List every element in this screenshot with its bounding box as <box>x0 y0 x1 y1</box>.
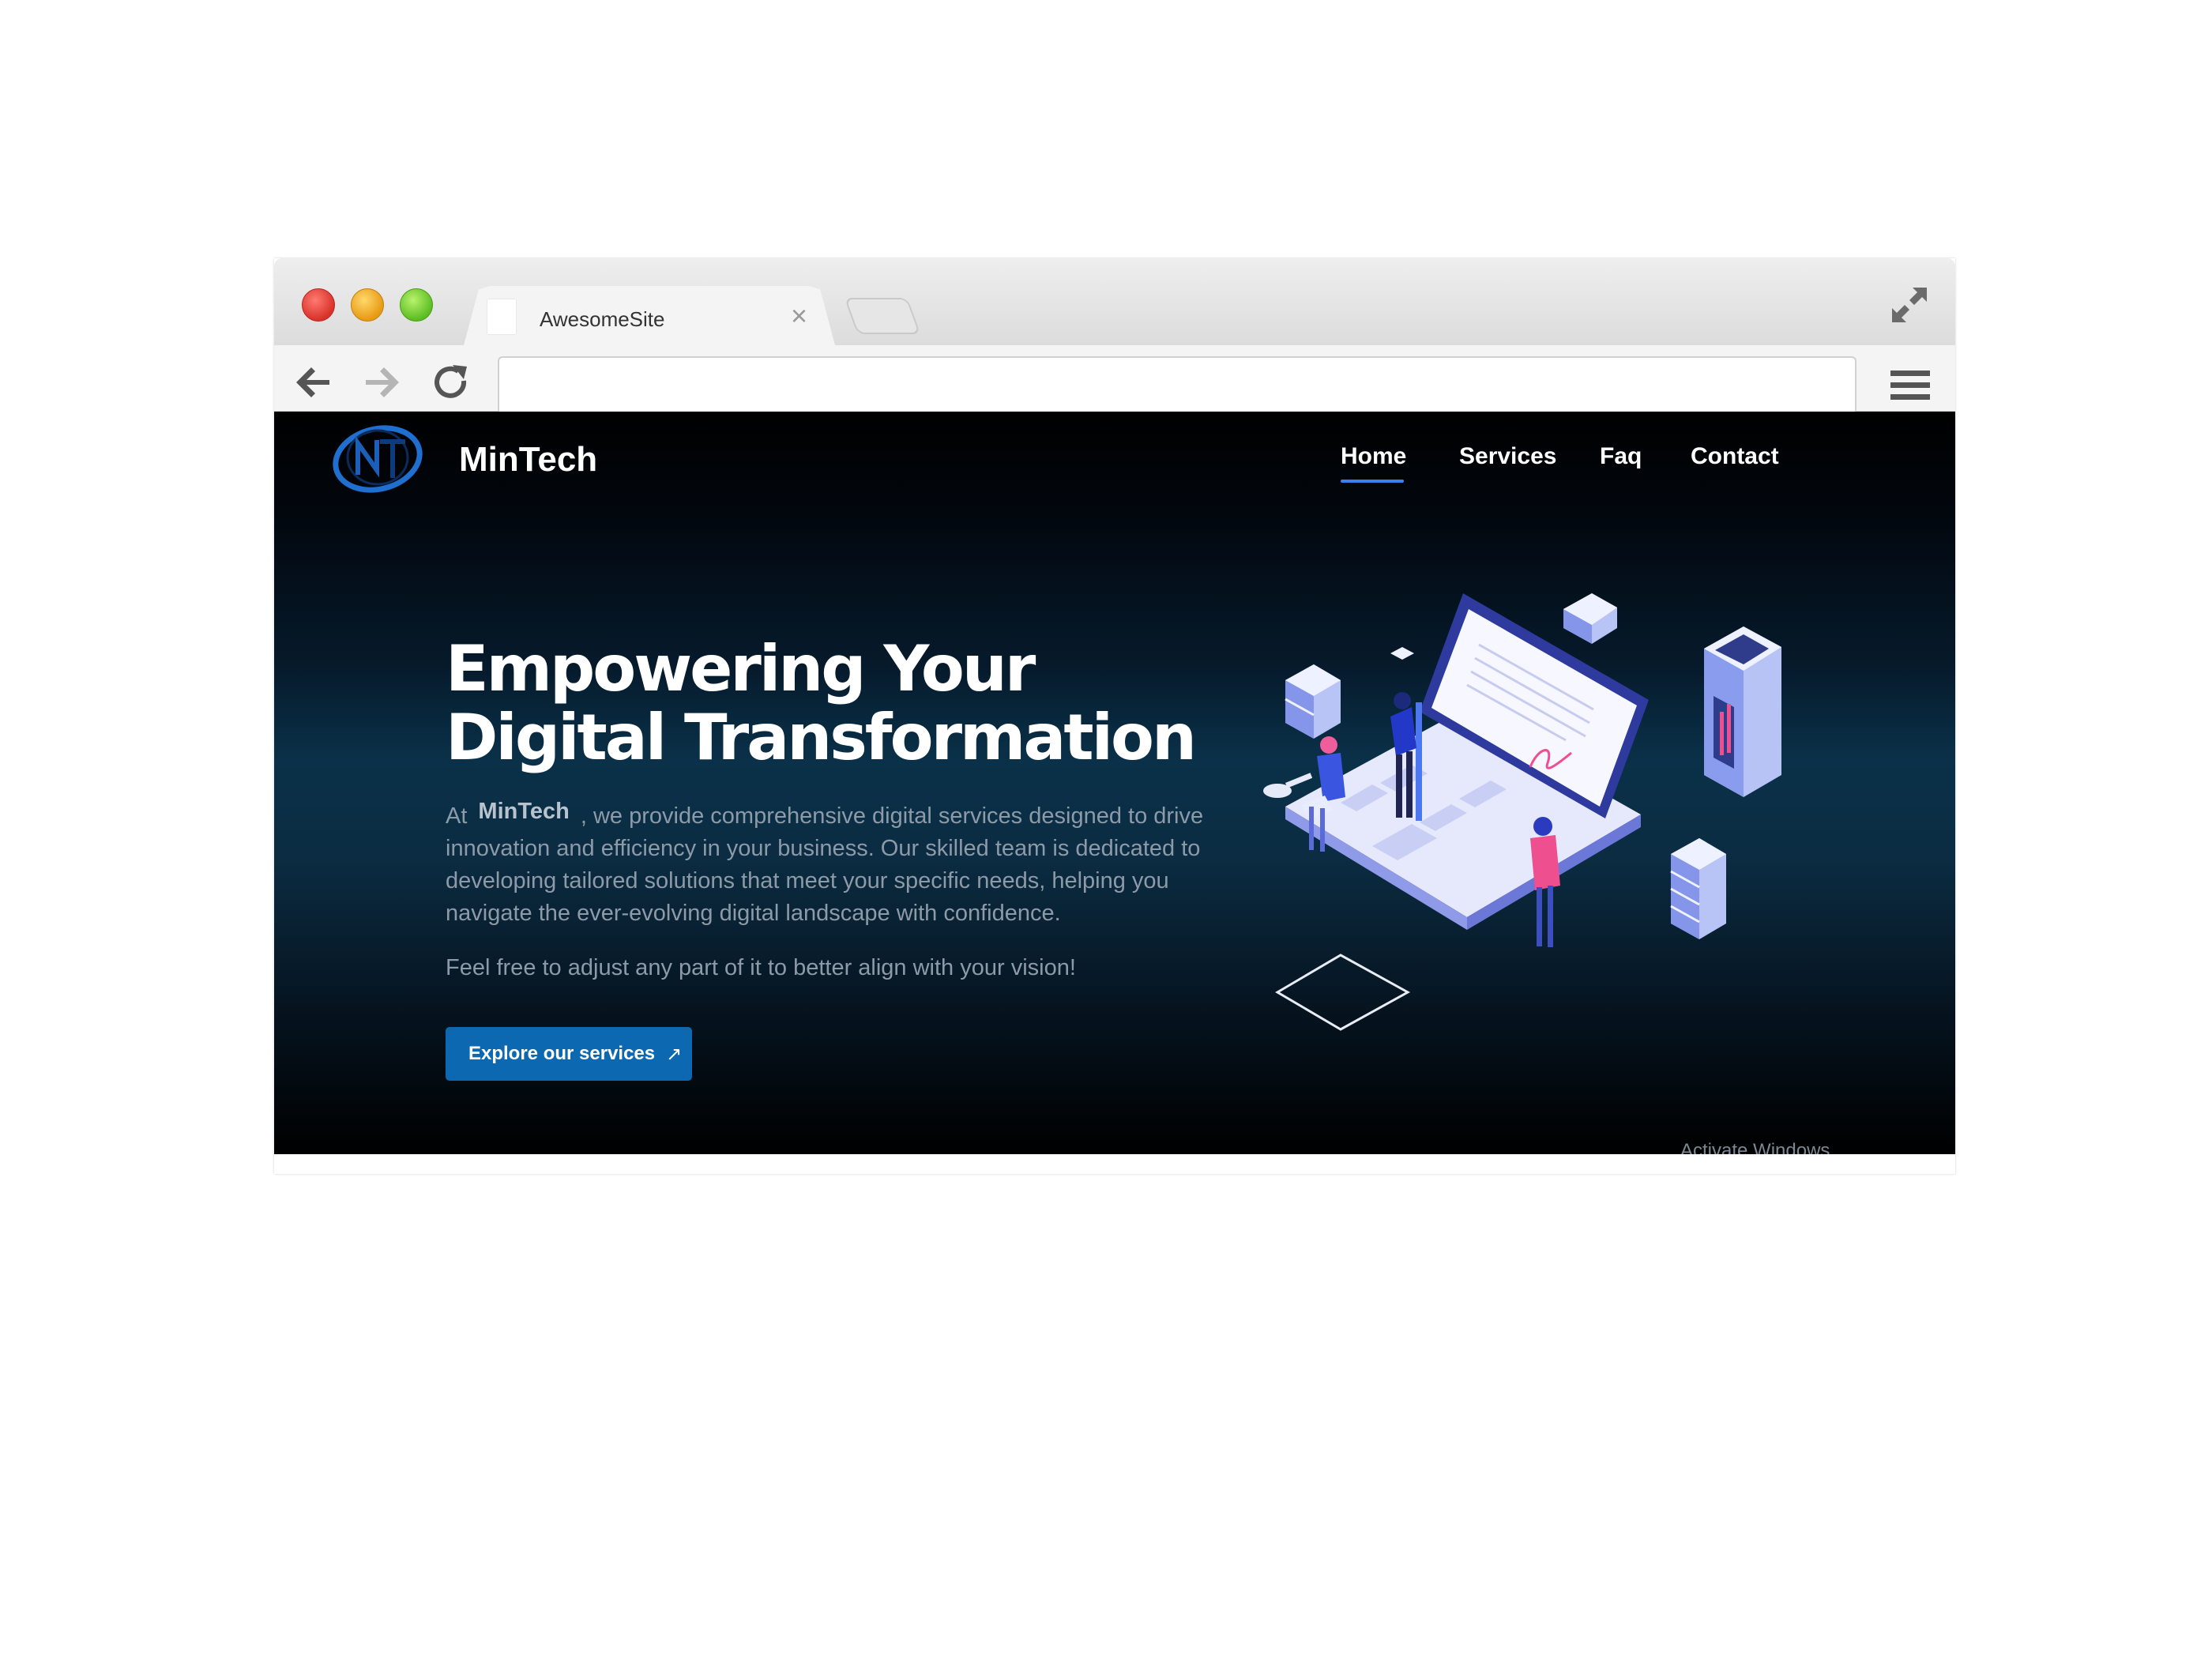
close-window-button[interactable] <box>302 288 335 322</box>
reload-icon[interactable] <box>432 363 470 401</box>
cta-label: Explore our services <box>468 1043 656 1064</box>
isometric-laptop-illustration <box>1263 593 1781 1031</box>
hero-title: Empowering Your Digital Transformation <box>446 634 1251 772</box>
nav-link-services[interactable]: Services <box>1459 443 1556 470</box>
brand-name[interactable]: MinTech <box>459 440 597 480</box>
hero-title-line-2: Digital Transformation <box>446 701 1197 774</box>
address-bar[interactable] <box>498 356 1856 418</box>
zoom-window-button[interactable] <box>400 288 433 322</box>
page-viewport: MinTech Home Services Faq Contact Empowe… <box>274 412 1955 1154</box>
expand-icon[interactable] <box>1889 284 1930 325</box>
hero-text-prefix: At <box>446 803 468 829</box>
activate-windows-watermark: Activate Windows <box>1680 1140 1830 1154</box>
browser-titlebar: AwesomeSite × <box>274 258 1955 345</box>
explore-services-button[interactable]: Explore our services ↗ <box>446 1027 692 1081</box>
nav-link-faq[interactable]: Faq <box>1600 443 1642 470</box>
hero-inline-brand: MinTech <box>478 799 570 824</box>
back-arrow-icon[interactable] <box>295 363 333 401</box>
tab-close-button[interactable]: × <box>791 302 807 330</box>
minimize-window-button[interactable] <box>351 288 384 322</box>
nav-link-home[interactable]: Home <box>1341 443 1406 470</box>
hero-description: At MinTech, we provide comprehensive digi… <box>446 796 1204 930</box>
hamburger-menu-icon[interactable] <box>1890 369 1930 402</box>
nav-link-contact[interactable]: Contact <box>1691 443 1779 470</box>
hero-note: Feel free to adjust any part of it to be… <box>446 955 1076 980</box>
browser-window: AwesomeSite × MinTech Home Services Faq … <box>274 258 1955 1174</box>
mintech-logo-icon[interactable] <box>331 421 424 494</box>
external-arrow-icon: ↗ <box>666 1043 683 1065</box>
new-tab-button[interactable] <box>844 298 921 334</box>
hero-title-line-1: Empowering Your <box>446 632 1036 705</box>
tab-title: AwesomeSite <box>540 307 665 331</box>
nav-active-indicator <box>1341 480 1404 483</box>
tab-favicon-icon <box>487 299 516 334</box>
forward-arrow-icon[interactable] <box>363 363 401 401</box>
